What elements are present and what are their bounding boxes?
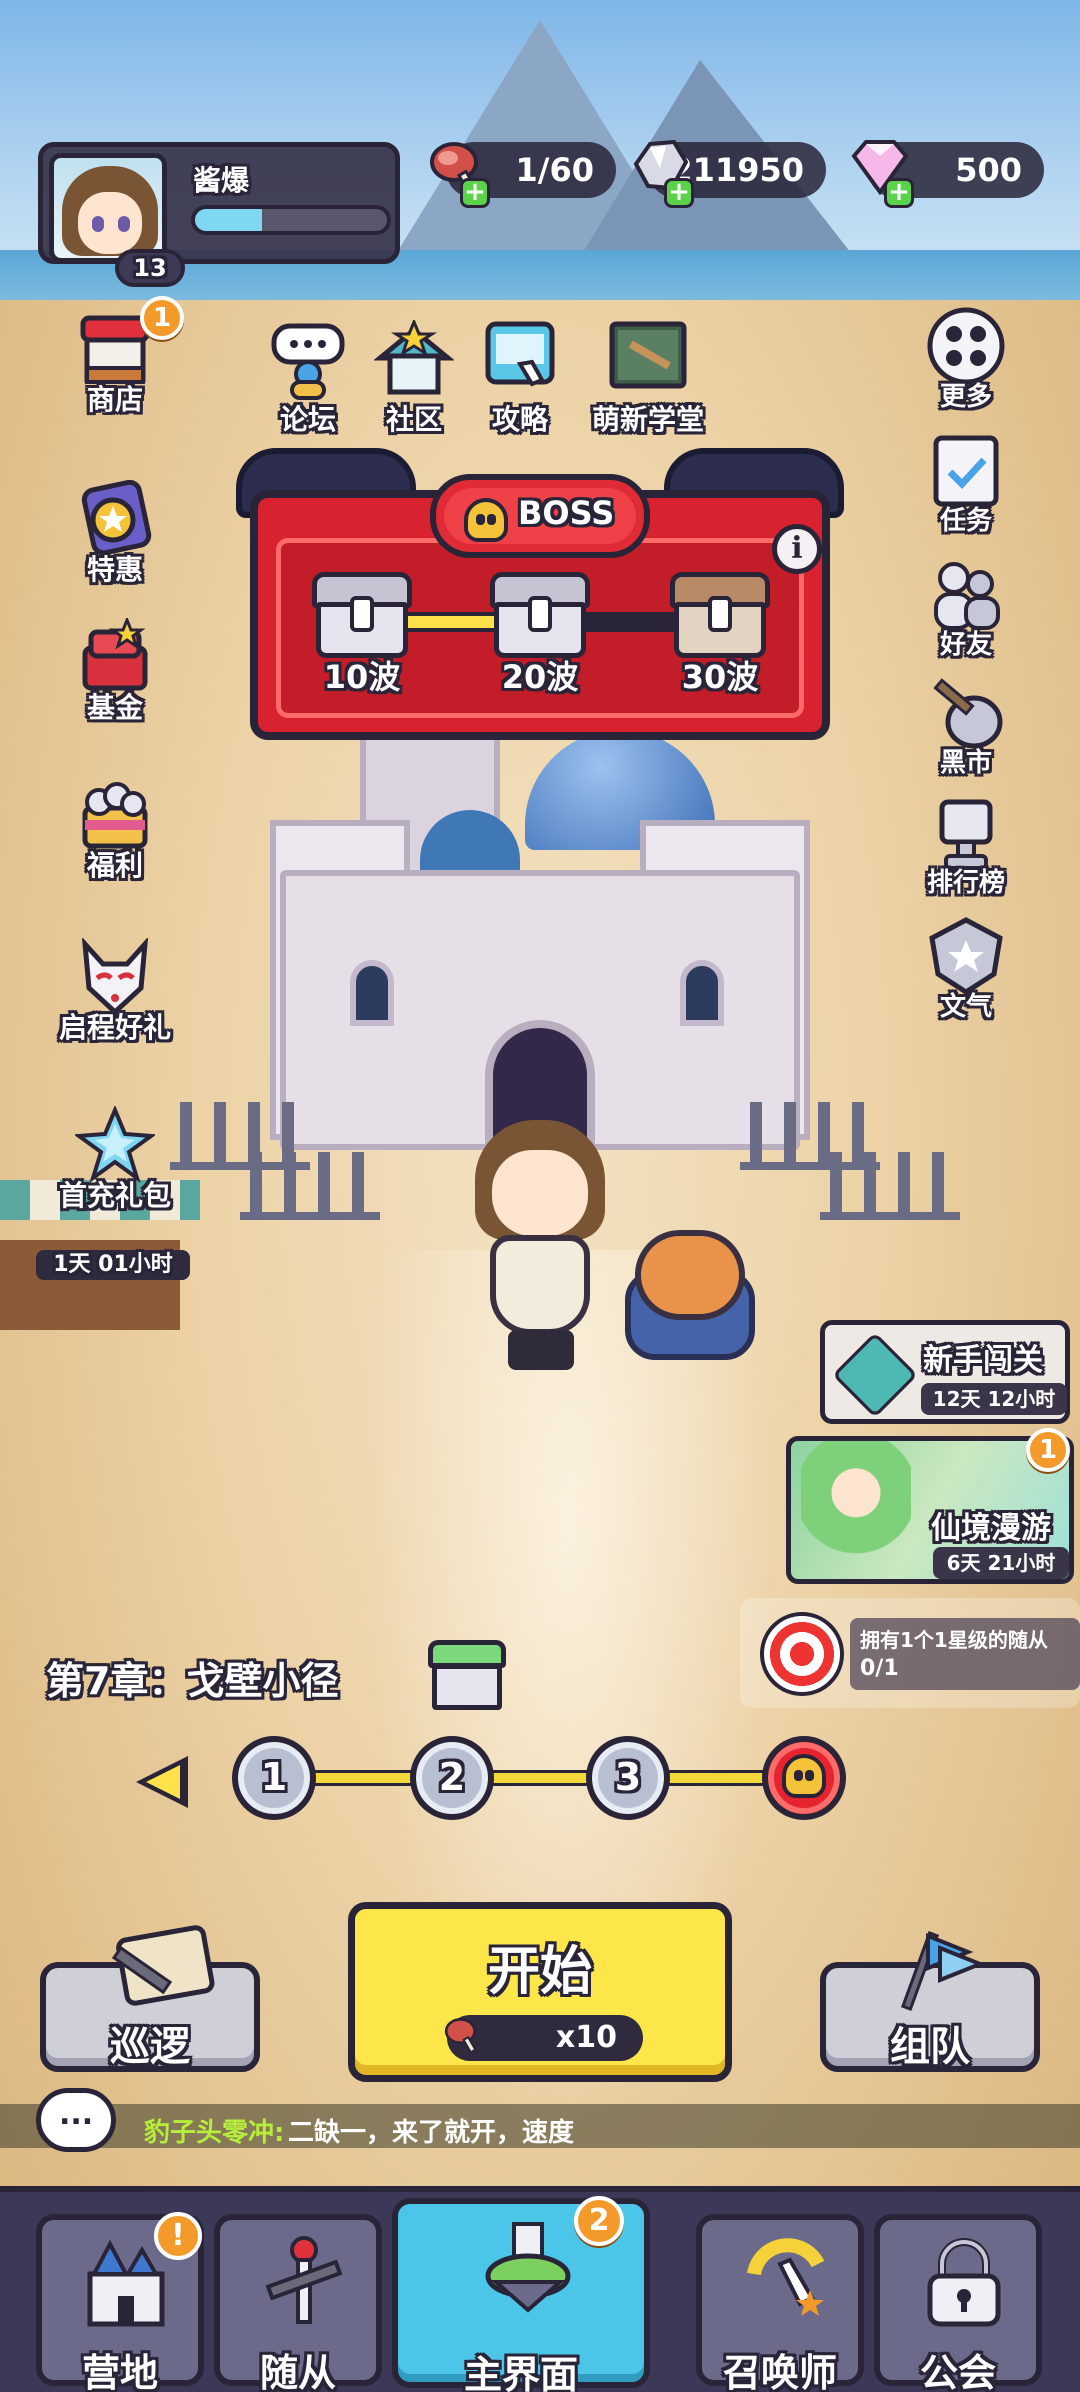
- event-character-art: [801, 1441, 911, 1579]
- add-diamond-button[interactable]: +: [884, 178, 914, 208]
- diamond-value: 500: [955, 151, 1022, 189]
- wave-reward-label: 30波: [681, 658, 759, 696]
- wonderland-roam-badge: 1: [1026, 1428, 1070, 1472]
- team-flags-icon: [900, 1931, 986, 2011]
- menu-special-offer[interactable]: 特惠: [40, 480, 190, 600]
- scroll-map-icon: [111, 1925, 215, 2006]
- lock-icon: [350, 596, 374, 632]
- menu-welfare[interactable]: 福利: [40, 776, 190, 896]
- friends-icon: [934, 562, 1000, 630]
- chapter-title: 第7章：戈壁小径: [46, 1659, 339, 1703]
- camp-alert-badge: !: [154, 2212, 202, 2260]
- resource-crystal[interactable]: + 211950: [633, 139, 826, 208]
- followers-icon: [265, 2236, 343, 2324]
- boss-info-button[interactable]: i: [772, 524, 822, 574]
- summoner-icon: [747, 2238, 825, 2316]
- main-island-icon: [485, 2222, 571, 2313]
- menu-fund[interactable]: 基金: [40, 618, 190, 738]
- menu-culture[interactable]: 文气: [906, 916, 1026, 1026]
- start-button[interactable]: 开始 x10: [348, 1902, 732, 2082]
- nav-main[interactable]: 主界面 2: [392, 2196, 650, 2392]
- more-icon: [927, 307, 1005, 385]
- first-charge-timer: 1天 01小时: [36, 1250, 190, 1280]
- cat-companion[interactable]: [625, 1230, 775, 1370]
- player-level: 13: [115, 249, 185, 287]
- menu-friends[interactable]: 好友: [906, 554, 1026, 664]
- ranking-icon: [939, 799, 993, 870]
- chapter-reward-chest[interactable]: [428, 1640, 506, 1712]
- menu-more[interactable]: 更多: [906, 306, 1026, 416]
- wave-reward-chest[interactable]: [490, 572, 590, 658]
- wave-reward-label: 20波: [501, 658, 579, 696]
- stage-node-boss[interactable]: [762, 1736, 846, 1820]
- stage-track: [270, 1770, 810, 1786]
- meat-value: 1/60: [515, 151, 594, 189]
- guild-lock-icon: [927, 2238, 1001, 2327]
- resource-diamond[interactable]: + 500: [851, 140, 1044, 208]
- player-name: 酱爆: [193, 164, 250, 197]
- main-badge: 2: [574, 2196, 624, 2246]
- stage-node-2[interactable]: 2: [410, 1736, 494, 1820]
- culture-icon: [929, 917, 1003, 995]
- hero-character[interactable]: [470, 1120, 610, 1370]
- guide-icon: [485, 321, 555, 387]
- menu-journey-gift[interactable]: 启程好礼: [40, 938, 190, 1058]
- patrol-button[interactable]: 巡逻: [40, 1925, 260, 2072]
- castle: [270, 720, 810, 1160]
- nav-camp[interactable]: 营地 !: [36, 2212, 204, 2392]
- community-icon: [374, 320, 454, 395]
- boss-title: BOSS: [518, 494, 615, 532]
- quest-progress: 0/1: [860, 1656, 899, 1681]
- menu-shop[interactable]: 商店 1: [40, 296, 190, 430]
- lock-icon: [708, 596, 732, 632]
- avatar[interactable]: [49, 153, 167, 263]
- meat-icon: [444, 2018, 477, 2054]
- team-button[interactable]: 组队: [820, 1931, 1040, 2072]
- start-cost: x10: [444, 2015, 643, 2061]
- exp-bar-fill: [195, 209, 263, 231]
- boss-tab[interactable]: BOSS: [430, 474, 650, 558]
- add-crystal-button[interactable]: +: [664, 178, 694, 208]
- target-icon: [760, 1612, 844, 1696]
- menu-ranking[interactable]: 排行榜: [906, 792, 1026, 902]
- wave-reward-chest[interactable]: [670, 572, 770, 658]
- previous-chapter-arrow[interactable]: [136, 1756, 188, 1808]
- newbie-challenge-icon: [832, 1332, 918, 1418]
- nav-summoner[interactable]: 召唤师: [696, 2214, 864, 2392]
- stage-node-1[interactable]: 1: [232, 1736, 316, 1820]
- menu-black-market[interactable]: 黑市: [906, 672, 1026, 782]
- wave-reward-label: 10波: [323, 658, 401, 696]
- newbie-school-link[interactable]: 萌新学堂: [588, 320, 708, 440]
- forum-icon: [271, 323, 345, 400]
- nav-guild[interactable]: 公会: [874, 2214, 1042, 2392]
- menu-task[interactable]: 任务: [906, 430, 1026, 540]
- skull-icon: [464, 498, 508, 542]
- guide-link[interactable]: 攻略: [460, 320, 580, 440]
- lock-icon: [528, 596, 552, 632]
- player-profile[interactable]: 13 酱爆: [38, 142, 400, 287]
- stage-node-3[interactable]: 3: [586, 1736, 670, 1820]
- newbie-challenge-card[interactable]: 新手闯关 12天 12小时: [820, 1320, 1070, 1424]
- fence: [820, 1152, 960, 1220]
- wonderland-roam-timer: 6天 21小时: [933, 1547, 1069, 1579]
- black-market-icon: [933, 678, 1003, 749]
- chat-sender: 豹子头零冲:: [144, 2118, 285, 2148]
- quest-text: 拥有1个1星级的随从: [860, 1628, 1048, 1652]
- task-icon: [933, 435, 999, 507]
- chat-message: 二缺一，来了就开，速度: [288, 2118, 575, 2148]
- nav-followers[interactable]: 随从: [214, 2214, 382, 2392]
- menu-first-charge[interactable]: 首充礼包: [40, 1106, 190, 1226]
- newbie-challenge-timer: 12天 12小时: [921, 1383, 1067, 1415]
- quest-tracker[interactable]: 拥有1个1星级的随从 0/1: [740, 1598, 1080, 1708]
- shop-badge: 1: [140, 296, 184, 340]
- chat-bubble-icon[interactable]: [36, 2088, 116, 2152]
- resource-meat[interactable]: + 1/60: [430, 142, 616, 208]
- wave-reward-chest[interactable]: [312, 572, 412, 658]
- skull-icon: [782, 1754, 826, 1798]
- newbie-school-icon: [609, 321, 687, 389]
- add-meat-button[interactable]: +: [460, 178, 490, 208]
- exp-bar: [191, 205, 391, 235]
- fence: [240, 1152, 380, 1220]
